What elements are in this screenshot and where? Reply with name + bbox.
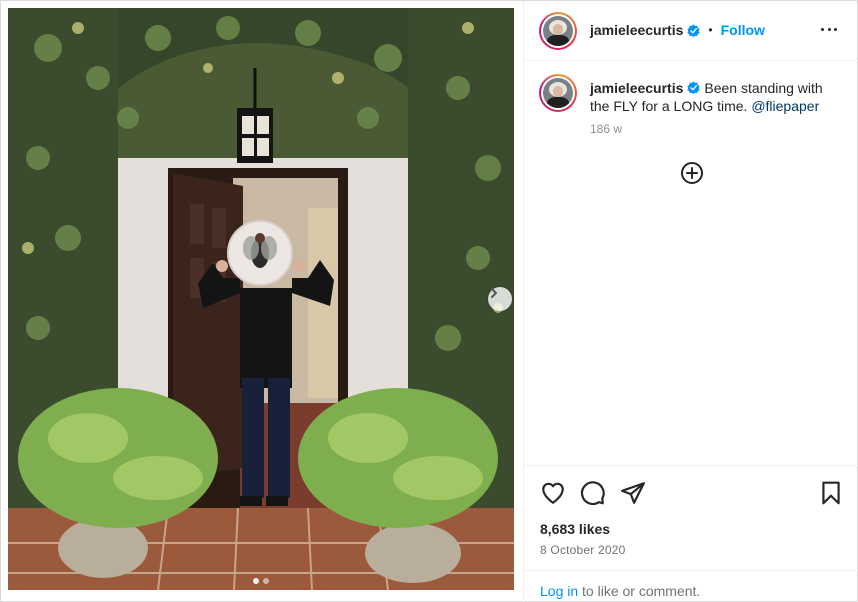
login-prompt: Log in to like or comment. <box>524 570 858 602</box>
more-options-button[interactable] <box>821 21 837 37</box>
follow-button[interactable]: Follow <box>721 22 765 38</box>
post-side-panel: jamieleecurtis • Follow jamieleecurtis B… <box>523 1 858 602</box>
chevron-right-icon <box>491 288 497 298</box>
carousel-dot-active <box>253 578 259 584</box>
author-username[interactable]: jamieleecurtis <box>590 22 683 38</box>
bookmark-icon[interactable] <box>818 480 844 506</box>
post-date[interactable]: 8 October 2020 <box>540 543 626 557</box>
more-options-icon <box>821 27 824 31</box>
post-actions-section: 8,683 likes 8 October 2020 Log in to lik… <box>524 465 858 602</box>
verified-badge-icon <box>687 81 701 94</box>
photo-illustration <box>8 8 514 590</box>
caption-username[interactable]: jamieleecurtis <box>590 80 683 96</box>
caption-text: jamieleecurtis Been standing with the FL… <box>590 79 840 115</box>
post-header: jamieleecurtis • Follow <box>524 1 858 61</box>
login-link[interactable]: Log in <box>540 583 578 599</box>
carousel-next-button[interactable] <box>488 287 512 311</box>
post-dialog: jamieleecurtis • Follow jamieleecurtis B… <box>0 0 858 602</box>
post-photo[interactable] <box>8 8 514 590</box>
caption-mention-link[interactable]: @fliepaper <box>751 98 819 114</box>
load-more-comments-icon[interactable] <box>680 161 704 185</box>
heart-icon[interactable] <box>540 480 566 506</box>
comment-icon[interactable] <box>580 480 606 506</box>
login-prompt-text: to like or comment. <box>578 583 701 599</box>
caption-avatar[interactable] <box>539 74 577 112</box>
avatar[interactable] <box>539 12 577 50</box>
action-bar <box>540 480 844 506</box>
likes-count[interactable]: 8,683 likes <box>540 521 610 537</box>
carousel-indicator <box>8 578 514 584</box>
verified-badge-icon <box>687 23 701 37</box>
carousel-dot <box>263 578 269 584</box>
caption-relative-time[interactable]: 186 w <box>590 122 622 136</box>
header-user-info: jamieleecurtis • Follow <box>590 22 765 38</box>
share-icon[interactable] <box>620 480 646 506</box>
separator-dot: • <box>708 23 713 37</box>
